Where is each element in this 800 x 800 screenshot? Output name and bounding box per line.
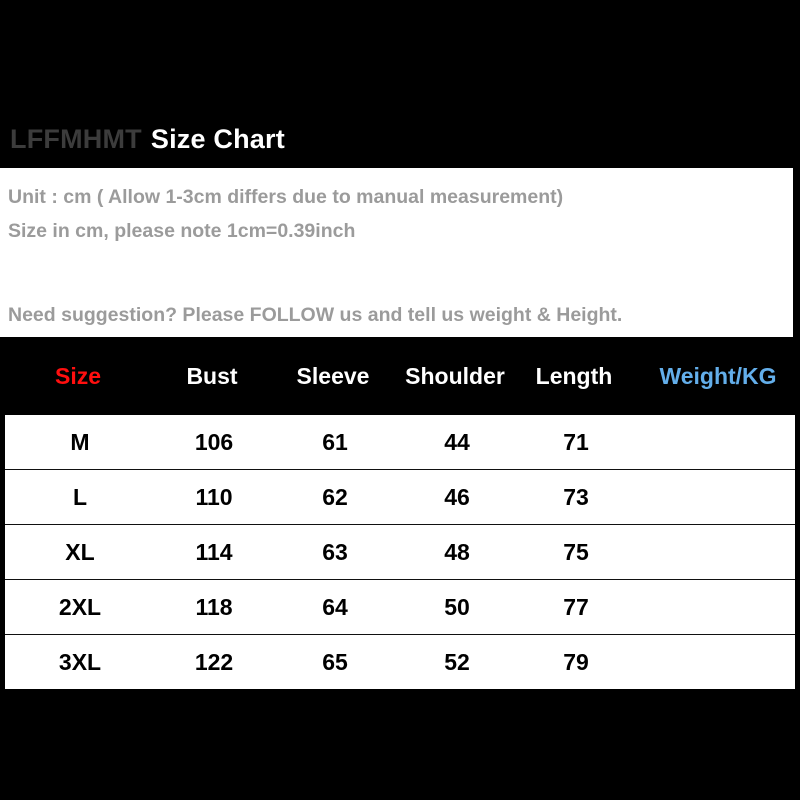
cell-shoulder: 50 — [444, 593, 470, 620]
cell-weight — [650, 580, 790, 634]
column-header-weight: Weight/KG — [659, 362, 777, 389]
cell-sleeve: 63 — [322, 538, 348, 565]
column-header-shoulder: Shoulder — [405, 362, 505, 389]
brand-name: LFFMHMT — [10, 123, 142, 154]
cell-sleeve: 61 — [322, 428, 348, 455]
cell-sleeve: 62 — [322, 483, 348, 510]
cell-size: 3XL — [58, 648, 102, 675]
cell-bust: 110 — [195, 483, 233, 510]
table-row: M 106 61 44 71 — [5, 415, 795, 470]
info-band: Unit : cm ( Allow 1-3cm differs due to m… — [0, 168, 793, 337]
cell-weight — [650, 415, 790, 469]
cell-weight — [650, 635, 790, 689]
table-row: L 110 62 46 73 — [5, 470, 795, 525]
column-header-sleeve: Sleeve — [296, 362, 370, 389]
cell-sleeve: 65 — [322, 648, 348, 675]
table-body: M 106 61 44 71 L 110 62 46 73 XL 114 63 … — [3, 415, 797, 691]
size-table: Size Bust Sleeve Shoulder Length Weight/… — [0, 337, 800, 691]
column-header-size: Size — [54, 362, 102, 389]
column-header-bust: Bust — [186, 362, 238, 389]
cell-shoulder: 52 — [444, 648, 470, 675]
cell-size: M — [70, 428, 90, 455]
cell-shoulder: 44 — [444, 428, 470, 455]
cell-weight — [650, 470, 790, 524]
info-line-suggestion: Need suggestion? Please FOLLOW us and te… — [8, 304, 623, 326]
cell-length: 75 — [563, 538, 589, 565]
cell-shoulder: 48 — [444, 538, 470, 565]
size-chart-page: LFFMHMT Size Chart Unit : cm ( Allow 1-3… — [0, 0, 800, 800]
table-row: 2XL 118 64 50 77 — [5, 580, 795, 635]
cell-sleeve: 64 — [322, 593, 348, 620]
column-header-length: Length — [535, 362, 613, 389]
table-row: XL 114 63 48 75 — [5, 525, 795, 580]
cell-size: 2XL — [58, 593, 102, 620]
cell-bust: 118 — [195, 593, 233, 620]
cell-weight — [650, 525, 790, 579]
cell-size: L — [72, 483, 88, 510]
cell-bust: 114 — [195, 538, 233, 565]
title-band: LFFMHMT Size Chart — [0, 110, 800, 168]
cell-shoulder: 46 — [444, 483, 470, 510]
table-row: 3XL 122 65 52 79 — [5, 635, 795, 689]
cell-length: 79 — [563, 648, 589, 675]
cell-length: 73 — [563, 483, 589, 510]
cell-bust: 122 — [194, 648, 234, 675]
cell-size: XL — [65, 538, 95, 565]
cell-length: 77 — [563, 593, 589, 620]
cell-length: 71 — [563, 428, 589, 455]
page-title: Size Chart — [150, 123, 285, 154]
info-line-unit: Unit : cm ( Allow 1-3cm differs due to m… — [8, 186, 564, 208]
info-line-conversion: Size in cm, please note 1cm=0.39inch — [8, 220, 356, 242]
table-header-row: Size Bust Sleeve Shoulder Length Weight/… — [0, 337, 800, 415]
cell-bust: 106 — [194, 428, 234, 455]
